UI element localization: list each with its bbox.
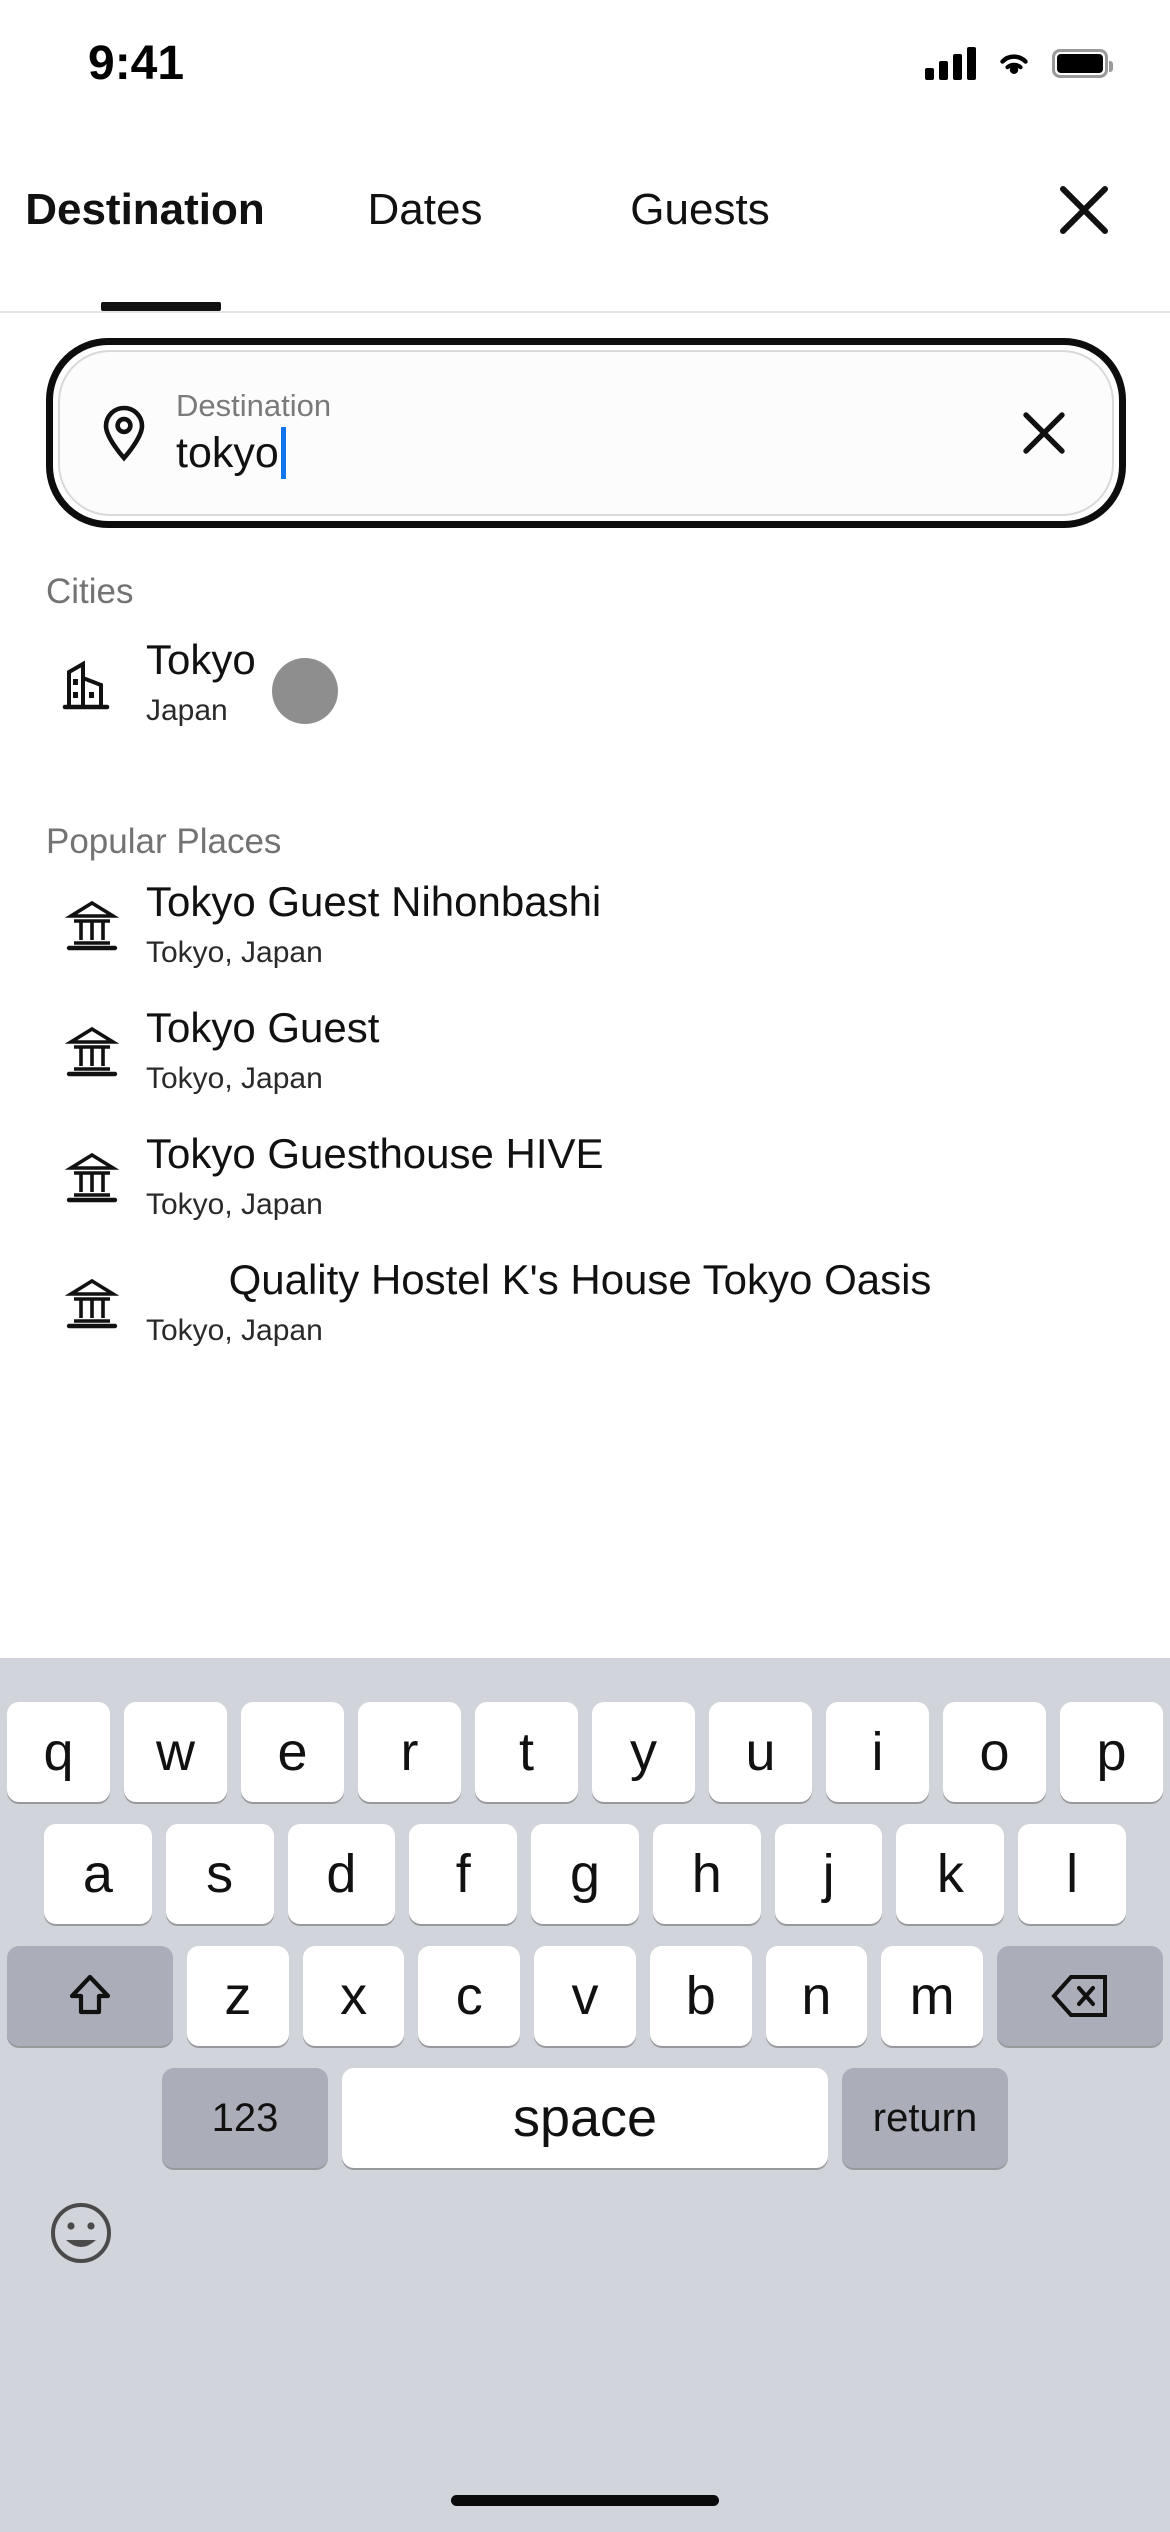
key-c[interactable]: c [418, 1946, 521, 2046]
list-item-title: Tokyo Guest [146, 1004, 380, 1051]
landmark-icon [46, 1148, 138, 1206]
city-buildings-icon [46, 652, 138, 714]
emoji-icon [51, 2203, 111, 2263]
shift-key[interactable] [6, 1946, 173, 2046]
key-g[interactable]: g [531, 1824, 639, 1924]
list-item-title: Quality Hostel K's House Tokyo Oasis [228, 1256, 932, 1303]
list-item[interactable]: Tokyo Guest Tokyo, Japan [0, 988, 1170, 1114]
keyboard-row-1: q w e r t y u i o p [0, 1658, 1170, 1802]
landmark-icon [46, 896, 138, 954]
key-f[interactable]: f [409, 1824, 518, 1924]
keyboard-row-2: a s d f g h j k l [0, 1802, 1170, 1924]
close-button[interactable] [1054, 180, 1114, 240]
search-field-label: Destination [176, 388, 332, 423]
clear-icon [1023, 412, 1065, 454]
key-y[interactable]: y [592, 1702, 695, 1802]
key-o[interactable]: o [943, 1702, 1046, 1802]
status-indicators [925, 46, 1113, 80]
backspace-icon [1051, 1975, 1108, 2017]
search-results: Cities Tokyo Japan Popular Places Tokyo … [0, 540, 1170, 1366]
on-screen-keyboard: q w e r t y u i o p a s d f g h j k l z … [0, 1658, 1170, 2532]
key-v[interactable]: v [534, 1946, 636, 2046]
key-s[interactable]: s [165, 1824, 274, 1924]
keyboard-bottom-row [0, 2168, 1170, 2268]
shift-icon [69, 1974, 111, 2015]
clear-search-button[interactable] [1016, 405, 1072, 461]
tab-dates[interactable]: Dates [290, 108, 560, 311]
tab-guests[interactable]: Guests [560, 108, 840, 311]
key-q[interactable]: q [7, 1702, 110, 1802]
backspace-key[interactable] [997, 1946, 1164, 2046]
numeric-key[interactable]: 123 [162, 2068, 328, 2168]
key-k[interactable]: k [896, 1824, 1005, 1924]
list-item-subtitle: Tokyo, Japan [146, 1188, 323, 1221]
tab-destination[interactable]: Destination [0, 108, 290, 311]
list-item-subtitle: Tokyo, Japan [146, 936, 323, 969]
key-u[interactable]: u [709, 1702, 812, 1802]
tap-indicator [272, 658, 338, 724]
status-bar: 9:41 [0, 0, 1170, 108]
key-j[interactable]: j [774, 1824, 883, 1924]
cellular-signal-icon [925, 46, 976, 80]
phone-screen: 9:41 Destination Dates Guests Destinatio… [0, 0, 1170, 2532]
list-item-title: Tokyo Guesthouse HIVE [146, 1130, 604, 1177]
tab-guests-label: Guests [630, 184, 770, 234]
key-b[interactable]: b [649, 1946, 752, 2046]
return-key[interactable]: return [842, 2068, 1008, 2168]
section-header-cities: Cities [46, 572, 134, 611]
text-caret [280, 427, 286, 479]
tab-bar: Destination Dates Guests [0, 108, 1170, 313]
key-h[interactable]: h [652, 1824, 761, 1924]
tab-destination-label: Destination [25, 184, 265, 234]
section-header-popular-places: Popular Places [46, 822, 282, 861]
list-item[interactable]: Tokyo Japan [0, 612, 1170, 746]
key-p[interactable]: p [1060, 1702, 1163, 1802]
key-i[interactable]: i [826, 1702, 929, 1802]
active-tab-indicator [101, 302, 221, 311]
key-r[interactable]: r [358, 1702, 461, 1802]
key-z[interactable]: z [186, 1946, 289, 2046]
keyboard-row-3: z x c v b n m [0, 1924, 1170, 2046]
key-n[interactable]: n [765, 1946, 868, 2046]
list-item[interactable]: Tokyo Guesthouse HIVE Tokyo, Japan [0, 1114, 1170, 1240]
landmark-icon [46, 1022, 138, 1080]
battery-full-icon [1052, 48, 1113, 78]
list-item[interactable]: Tokyo Guest Nihonbashi Tokyo, Japan [0, 862, 1170, 988]
emoji-key[interactable] [46, 2198, 116, 2268]
key-e[interactable]: e [241, 1702, 344, 1802]
status-time: 9:41 [88, 36, 185, 90]
list-item-subtitle: Tokyo, Japan [146, 1314, 323, 1347]
keyboard-row-4: 123 space return [0, 2046, 1170, 2168]
key-w[interactable]: w [124, 1702, 227, 1802]
list-item[interactable]: Quality Hostel K's House Tokyo Oasis Tok… [0, 1240, 1170, 1366]
landmark-icon [46, 1274, 138, 1332]
key-t[interactable]: t [475, 1702, 578, 1802]
space-key[interactable]: space [342, 2068, 828, 2168]
close-icon [1060, 185, 1108, 234]
location-pin-icon [98, 404, 150, 462]
search-input[interactable]: tokyo [176, 428, 279, 478]
key-m[interactable]: m [881, 1946, 984, 2046]
list-item-title: Tokyo Guest Nihonbashi [146, 878, 602, 925]
key-d[interactable]: d [287, 1824, 396, 1924]
key-a[interactable]: a [43, 1824, 152, 1924]
tab-dates-label: Dates [367, 184, 483, 234]
destination-search-field[interactable]: Destination tokyo [46, 338, 1126, 528]
wifi-icon [1000, 54, 1028, 74]
key-l[interactable]: l [1018, 1824, 1127, 1924]
key-x[interactable]: x [302, 1946, 405, 2046]
list-item-subtitle: Tokyo, Japan [146, 1062, 323, 1095]
home-indicator [451, 2495, 719, 2506]
